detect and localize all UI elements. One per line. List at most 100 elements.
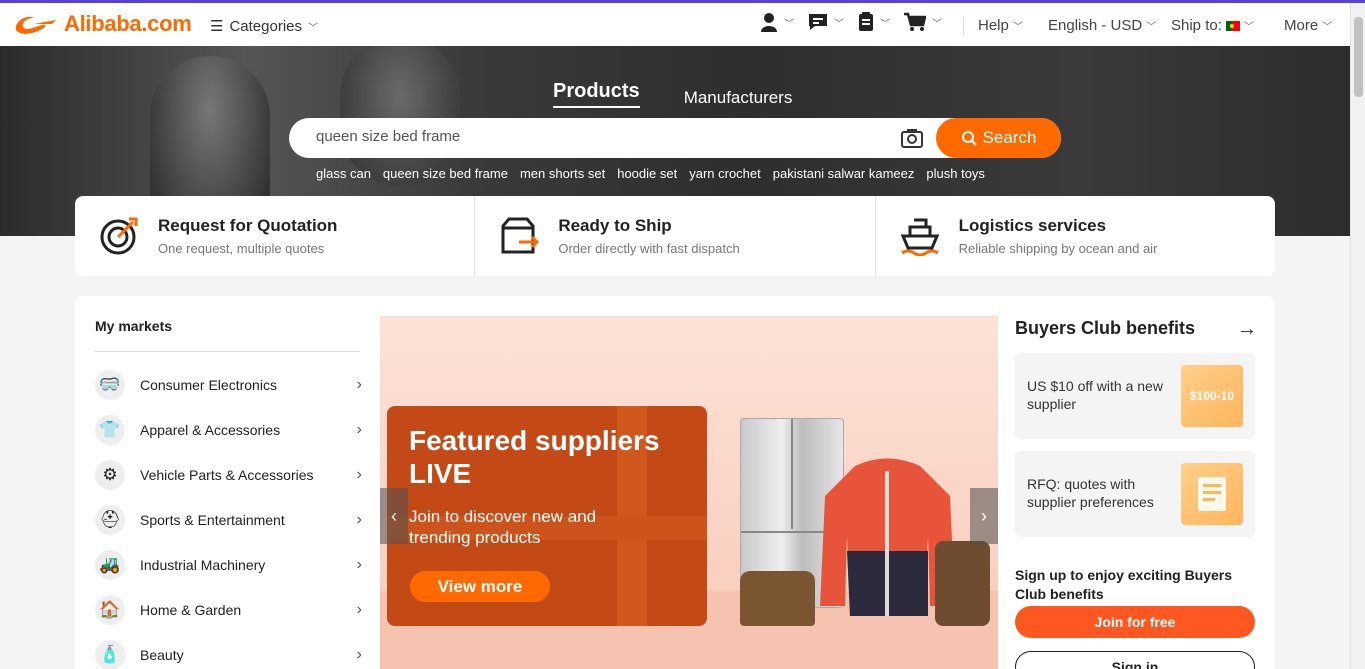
benefit-text: US $10 off with a new supplier: [1027, 378, 1163, 412]
sign-in-button[interactable]: Sign in: [1015, 651, 1255, 669]
chevron-down-icon: ﹀: [1146, 22, 1157, 33]
image-search-button[interactable]: [901, 128, 923, 153]
page-scrollbar[interactable]: [1350, 3, 1365, 669]
messages-menu[interactable]: ﹀: [808, 13, 844, 31]
tab-manufacturers[interactable]: Manufacturers: [684, 88, 793, 108]
market-label: Vehicle Parts & Accessories: [140, 467, 314, 483]
target-icon: [100, 217, 138, 255]
suggestion-link[interactable]: glass can: [316, 166, 371, 181]
checklist-icon: [1181, 463, 1243, 525]
helmet-icon: ⛑: [95, 505, 125, 535]
service-subtitle: One request, multiple quotes: [158, 241, 325, 256]
more-label: More: [1284, 17, 1319, 34]
search-suggestions: glass can queen size bed frame men short…: [316, 166, 985, 181]
search-input[interactable]: [316, 128, 876, 145]
suggestion-link[interactable]: pakistani salwar kameez: [773, 166, 915, 181]
chevron-right-icon: ›: [356, 556, 362, 573]
service-logistics[interactable]: Logistics services Reliable shipping by …: [876, 196, 1275, 276]
market-item-apparel[interactable]: 👕 Apparel & Accessories ›: [95, 414, 362, 446]
benefit-text: RFQ: quotes with supplier preferences: [1027, 476, 1154, 510]
benefit-card[interactable]: RFQ: quotes with supplier preferences: [1015, 451, 1255, 537]
featured-banner[interactable]: Featured suppliers LIVE Join to discover…: [380, 316, 998, 669]
search-button[interactable]: Search: [936, 118, 1061, 158]
market-item-sports[interactable]: ⛑ Sports & Entertainment ›: [95, 504, 362, 536]
language-label: English - USD: [1048, 17, 1143, 34]
service-title: Ready to Ship: [558, 216, 672, 235]
market-item-industrial-machinery[interactable]: 🚜 Industrial Machinery ›: [95, 549, 362, 581]
divider: [95, 351, 360, 352]
box-arrow-icon: [501, 217, 540, 254]
suggestion-link[interactable]: yarn crochet: [689, 166, 761, 181]
chevron-left-icon: ‹: [391, 505, 397, 526]
bag-image: [935, 541, 990, 626]
chevron-right-icon: ›: [981, 505, 987, 526]
divider: [963, 17, 964, 35]
coupon-icon: $100-10: [1181, 365, 1243, 427]
home-garden-icon: 🏠: [95, 595, 125, 625]
carousel-prev-button[interactable]: ‹: [380, 488, 408, 544]
suggestion-link[interactable]: plush toys: [926, 166, 985, 181]
chevron-down-icon: ﹀: [880, 18, 890, 30]
banner-subtext: Join to discover new and trending produc…: [409, 507, 597, 547]
tab-products[interactable]: Products: [553, 80, 640, 108]
markets-title: My markets: [95, 318, 173, 334]
account-menu[interactable]: ﹀: [760, 12, 794, 32]
chevron-right-icon: ›: [356, 511, 362, 528]
banner-card: Featured suppliers LIVE Join to discover…: [387, 406, 707, 626]
cart-menu[interactable]: ﹀: [904, 12, 942, 32]
banner-heading: Featured suppliers LIVE: [409, 425, 660, 489]
carousel-next-button[interactable]: ›: [970, 488, 998, 544]
cart-icon: [904, 12, 926, 31]
alibaba-logo[interactable]: Alibaba.com: [12, 11, 192, 37]
search-type-tabs: Products Manufacturers: [553, 80, 792, 108]
arrow-right-icon[interactable]: →: [1237, 318, 1257, 341]
suggestion-link[interactable]: hoodie set: [617, 166, 677, 181]
chevron-right-icon: ›: [356, 376, 362, 393]
perfume-icon: 🧴: [95, 640, 125, 669]
ship-to-menu[interactable]: Ship to: ﹀: [1171, 17, 1254, 34]
chevron-down-icon: ﹀: [1243, 22, 1254, 33]
chevron-right-icon: ›: [356, 466, 362, 483]
account-icon: [761, 13, 777, 32]
help-menu[interactable]: Help ﹀: [978, 17, 1023, 34]
orders-menu[interactable]: ﹀: [858, 12, 890, 32]
service-ready-to-ship[interactable]: Ready to Ship Order directly with fast d…: [475, 196, 876, 276]
hero-background-person: [340, 46, 460, 186]
service-title: Logistics services: [958, 216, 1107, 235]
service-request-for-quotation[interactable]: Request for Quotation One request, multi…: [75, 196, 476, 276]
camera-icon: [901, 129, 923, 148]
market-label: Apparel & Accessories: [140, 422, 281, 438]
suggestion-link[interactable]: men shorts set: [520, 166, 605, 181]
suggestion-link[interactable]: queen size bed frame: [383, 166, 508, 181]
view-more-button[interactable]: View more: [410, 571, 550, 602]
market-label: Sports & Entertainment: [140, 512, 285, 528]
chevron-right-icon: ›: [356, 601, 362, 618]
main-content-panel: My markets 🥽 Consumer Electronics › 👕 Ap…: [75, 296, 1275, 669]
search-icon: [961, 131, 977, 146]
more-menu[interactable]: More ﹀: [1284, 17, 1332, 34]
buyers-club-title: Buyers Club benefits: [1015, 318, 1196, 338]
scrollbar-thumb[interactable]: [1354, 17, 1363, 97]
excavator-icon: 🚜: [95, 550, 125, 580]
chevron-down-icon: ﹀: [784, 18, 794, 30]
orders-icon: [859, 12, 873, 31]
language-currency-menu[interactable]: English - USD ﹀: [1048, 17, 1156, 34]
ship-to-label: Ship to:: [1171, 17, 1222, 34]
join-for-free-button[interactable]: Join for free: [1015, 606, 1255, 638]
vr-headset-icon: 🥽: [95, 370, 125, 400]
alibaba-logo-icon: [15, 16, 56, 34]
search-bar: Search: [289, 118, 1061, 158]
market-item-home-garden[interactable]: 🏠 Home & Garden ›: [95, 594, 362, 626]
benefit-card[interactable]: US $10 off with a new supplier $100-10: [1015, 353, 1255, 439]
categories-menu[interactable]: ☰ Categories ﹀: [210, 17, 318, 36]
chevron-right-icon: ›: [356, 421, 362, 438]
search-button-label: Search: [982, 128, 1037, 147]
market-item-vehicle-parts[interactable]: ⚙ Vehicle Parts & Accessories ›: [95, 459, 362, 491]
market-item-beauty[interactable]: 🧴 Beauty ›: [95, 639, 362, 669]
messages-icon: [809, 14, 827, 30]
boots-image: [740, 571, 815, 626]
chevron-down-icon: ﹀: [1322, 22, 1333, 33]
signup-prompt: Sign up to enjoy exciting Buyers Club be…: [1015, 567, 1233, 602]
help-label: Help: [978, 17, 1009, 34]
market-item-consumer-electronics[interactable]: 🥽 Consumer Electronics ›: [95, 369, 362, 401]
